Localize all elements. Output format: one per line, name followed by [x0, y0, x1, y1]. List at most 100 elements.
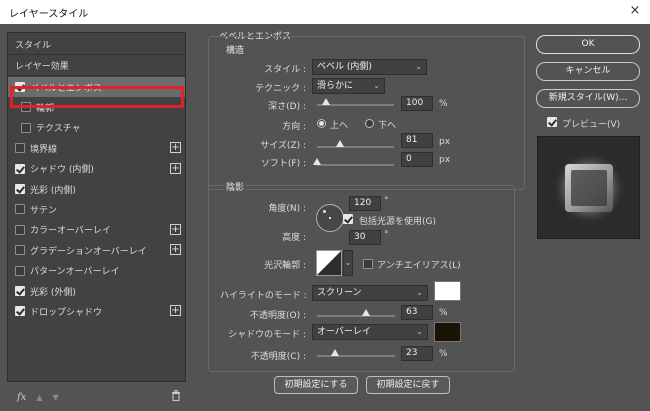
- cancel-button[interactable]: キャンセル: [536, 62, 640, 81]
- depth-input[interactable]: 100: [401, 96, 433, 111]
- effect-row[interactable]: カラーオーバーレイ +: [8, 220, 185, 240]
- global-light-label: 包括光源を使用(G): [359, 217, 436, 227]
- effect-checkbox[interactable]: [15, 163, 25, 174]
- angle-dial[interactable]: [316, 204, 344, 232]
- direction-up-radio[interactable]: [317, 119, 326, 128]
- shadow-opacity-slider[interactable]: [317, 355, 395, 357]
- effect-label: サテン: [30, 205, 58, 216]
- chevron-down-icon: ⌄: [415, 62, 422, 71]
- effect-row[interactable]: 境界線 +: [8, 138, 185, 158]
- effect-checkbox[interactable]: [15, 184, 25, 194]
- effect-row[interactable]: パターンオーバーレイ: [8, 261, 185, 281]
- make-default-button[interactable]: 初期設定にする: [274, 376, 358, 394]
- effect-label: ドロップシャドウ: [30, 307, 103, 318]
- add-effect-plus-icon[interactable]: +: [170, 162, 181, 174]
- gloss-contour-dropdown[interactable]: ⌄: [343, 250, 353, 276]
- new-style-button[interactable]: 新規スタイル(W)...: [536, 89, 640, 108]
- ok-button[interactable]: OK: [536, 35, 640, 54]
- close-icon[interactable]: ×: [628, 3, 642, 18]
- effect-row[interactable]: 光彩 (内側): [8, 179, 185, 199]
- soften-input[interactable]: 0: [401, 152, 433, 167]
- effect-label: カラーオーバーレイ: [30, 226, 111, 237]
- preview-checkbox[interactable]: [547, 117, 557, 127]
- effect-checkbox[interactable]: [21, 122, 31, 133]
- highlight-opacity-thumb[interactable]: [362, 309, 371, 316]
- shadow-mode-select[interactable]: オーバーレイ ⌄: [312, 324, 428, 340]
- chevron-down-icon: ⌄: [416, 288, 423, 297]
- angle-input[interactable]: 120: [349, 196, 381, 211]
- dialog-body: スタイル レイヤー効果 ベベルとエンボス 輪郭 テクスチャ 境界線 + シャドウ (内側)…: [0, 24, 650, 411]
- preview-thumbnail: [552, 151, 626, 225]
- effect-row[interactable]: 光彩 (外側): [8, 281, 185, 301]
- soften-slider-thumb[interactable]: [313, 158, 321, 165]
- direction-label: 方向 :: [282, 122, 306, 132]
- effects-panel: スタイル レイヤー効果 ベベルとエンボス 輪郭 テクスチャ 境界線 + シャドウ (内側)…: [7, 32, 194, 404]
- shadow-opacity-input[interactable]: 23: [401, 346, 433, 361]
- effect-label: テクスチャ: [36, 124, 81, 135]
- highlight-mode-value: スクリーン: [317, 288, 362, 298]
- soften-slider[interactable]: [317, 164, 394, 166]
- antialias-label: アンチエイリアス(L): [377, 261, 461, 271]
- move-down-icon[interactable]: ▼: [53, 393, 59, 402]
- effect-checkbox[interactable]: [15, 245, 25, 256]
- direction-down-radio[interactable]: [365, 119, 374, 128]
- fx-icon[interactable]: fx: [17, 392, 26, 403]
- direction-down-label: 下へ: [378, 121, 397, 131]
- styles-header[interactable]: スタイル: [8, 35, 185, 55]
- shadow-opacity-thumb[interactable]: [330, 349, 339, 356]
- highlight-opacity-unit: %: [439, 308, 448, 318]
- angle-label: 角度(N) :: [268, 204, 306, 214]
- effect-label: 境界線: [30, 144, 58, 155]
- move-up-icon[interactable]: ▲: [36, 393, 42, 402]
- effect-checkbox[interactable]: [15, 143, 25, 154]
- trash-icon[interactable]: [171, 390, 181, 401]
- effect-row[interactable]: サテン: [8, 199, 185, 219]
- effect-row[interactable]: ドロップシャドウ +: [8, 301, 185, 321]
- depth-slider-thumb[interactable]: [322, 98, 331, 105]
- highlight-color-swatch[interactable]: [434, 281, 461, 301]
- add-effect-plus-icon[interactable]: +: [170, 223, 181, 235]
- style-select[interactable]: ベベル (内側) ⌄: [312, 59, 427, 75]
- effect-checkbox[interactable]: [15, 224, 25, 235]
- effect-label: パターンオーバーレイ: [30, 267, 120, 278]
- highlight-mode-select[interactable]: スクリーン ⌄: [312, 285, 428, 301]
- effect-row[interactable]: テクスチャ: [8, 118, 185, 138]
- antialias-checkbox[interactable]: [363, 259, 373, 269]
- effect-checkbox[interactable]: [15, 204, 25, 215]
- global-light-checkbox[interactable]: [343, 214, 353, 224]
- chevron-down-icon: ⌄: [373, 81, 380, 90]
- add-effect-plus-icon[interactable]: +: [170, 244, 181, 256]
- title-bar: レイヤースタイル ×: [0, 0, 650, 24]
- add-effect-plus-icon[interactable]: +: [170, 305, 181, 317]
- size-slider-thumb[interactable]: [336, 140, 345, 147]
- size-unit: px: [439, 137, 451, 147]
- shadow-color-swatch[interactable]: [434, 322, 461, 342]
- effect-checkbox[interactable]: [15, 306, 25, 317]
- highlight-mode-label: ハイライトのモード :: [220, 291, 307, 301]
- technique-select[interactable]: 滑らかに ⌄: [312, 78, 385, 94]
- highlight-opacity-input[interactable]: 63: [401, 305, 433, 320]
- shadow-mode-value: オーバーレイ: [317, 327, 371, 337]
- effect-row[interactable]: グラデーションオーバーレイ +: [8, 240, 185, 260]
- effect-label: シャドウ (内側): [30, 165, 94, 176]
- effect-row[interactable]: シャドウ (内側) +: [8, 159, 185, 179]
- angle-dial-marker: [323, 210, 326, 213]
- size-slider[interactable]: [317, 146, 394, 148]
- reset-default-button[interactable]: 初期設定に戻す: [366, 376, 450, 394]
- effect-label: 光彩 (内側): [30, 185, 76, 196]
- effects-list: スタイル レイヤー効果 ベベルとエンボス 輪郭 テクスチャ 境界線 + シャドウ (内側)…: [7, 32, 186, 382]
- soften-unit: px: [439, 155, 451, 165]
- highlight-opacity-slider[interactable]: [317, 315, 395, 317]
- add-effect-plus-icon[interactable]: +: [170, 142, 181, 154]
- preview-label: プレビュー(V): [562, 120, 621, 130]
- altitude-input[interactable]: 30: [349, 230, 381, 245]
- style-select-value: ベベル (内側): [317, 62, 372, 72]
- effect-checkbox[interactable]: [15, 265, 25, 276]
- effects-header[interactable]: レイヤー効果: [8, 56, 185, 76]
- gloss-contour-label: 光沢輪郭 :: [264, 261, 306, 271]
- altitude-label: 高度 :: [282, 233, 306, 243]
- effects-header-label: レイヤー効果: [15, 62, 69, 72]
- gloss-contour-preview[interactable]: [316, 250, 342, 276]
- size-input[interactable]: 81: [401, 133, 433, 148]
- effect-checkbox[interactable]: [15, 286, 25, 296]
